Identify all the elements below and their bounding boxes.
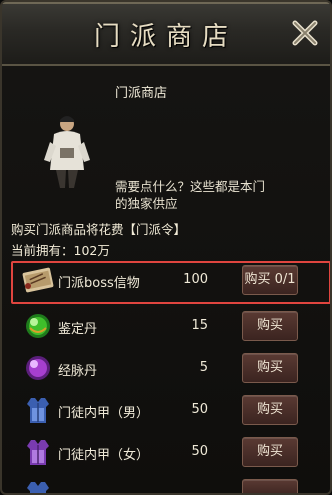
shop-window: 门派商店 门派商店 需要点什么？这些都是本门的独家供应 购买门派商品将花费【门派… (0, 0, 332, 495)
item-icon (22, 478, 54, 493)
item-list: 门派boss信物 100 购买 0/1 鉴定丹 15 购买 经脉丹 5 购买 门… (8, 260, 330, 493)
item-name: 经脉丹 (58, 364, 98, 379)
item-name: 鉴定丹 (58, 322, 98, 337)
shop-name: 门派商店 (115, 86, 168, 101)
npc-portrait (38, 112, 96, 212)
buy-button[interactable]: 购买 (242, 353, 298, 383)
npc-greeting: 需要点什么？这些都是本门的独家供应 (115, 179, 266, 211)
buy-button[interactable]: 购买 (242, 395, 298, 425)
title-bar: 门派商店 (2, 2, 330, 66)
purple-vest-icon (22, 436, 54, 468)
item-price: 50 (191, 402, 208, 417)
buy-button[interactable]: 购买 (242, 437, 298, 467)
list-item[interactable]: 鉴定丹 15 购买 (8, 306, 330, 348)
npc-figure-icon (44, 116, 90, 188)
purple-orb-icon (22, 352, 54, 384)
buy-button[interactable]: 购买 0/1 (242, 265, 298, 295)
list-item[interactable]: 门徒内甲（男） 50 购买 (8, 390, 330, 432)
item-price: 5 (199, 360, 208, 375)
item-price: 50 (191, 444, 208, 459)
buy-button[interactable]: 购买 (242, 311, 298, 341)
owned-currency: 当前拥有：102万 (11, 243, 110, 258)
list-item[interactable]: 门派boss信物 100 购买 0/1 (8, 260, 330, 304)
item-price: 100 (183, 272, 208, 287)
close-icon (292, 20, 318, 46)
list-item[interactable]: 经脉丹 5 购买 (8, 348, 330, 390)
item-name: 门派boss信物 (58, 276, 140, 291)
close-button[interactable] (290, 18, 320, 48)
list-item-partial[interactable] (8, 474, 330, 493)
item-name: 门徒内甲（女） (58, 448, 150, 463)
scroll-icon (22, 264, 54, 296)
blue-vest-icon (22, 394, 54, 426)
item-price: 15 (191, 318, 208, 333)
list-item[interactable]: 门徒内甲（女） 50 购买 (8, 432, 330, 474)
cost-info: 购买门派商品将花费【门派令】 (11, 222, 187, 237)
item-name: 门徒内甲（男） (58, 406, 150, 421)
buy-button-partial[interactable] (242, 479, 298, 493)
green-orb-icon (22, 310, 54, 342)
window-title: 门派商店 (93, 22, 238, 52)
